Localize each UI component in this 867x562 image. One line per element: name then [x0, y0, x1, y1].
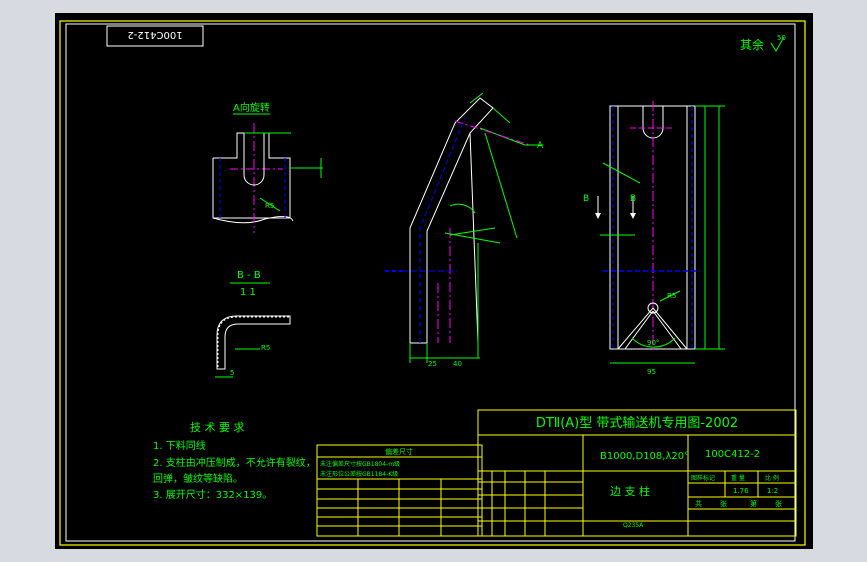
title-block-weight-value: 1.76 — [733, 487, 749, 495]
tolerance-table — [316, 444, 483, 537]
tech-note-3: 回弹，皱纹等缺陷。 — [153, 472, 243, 485]
title-block-weight-header: 重 量 — [731, 474, 745, 482]
part-code-text: 100C412-2 — [127, 29, 182, 40]
bent-view-geometry — [385, 92, 543, 363]
tech-note-1: 1. 下料同线 — [153, 439, 206, 452]
title-block-scale-value: 1:2 — [767, 487, 778, 495]
tech-title: 技 术 要 求 — [190, 421, 245, 434]
tolerance-title: 偏差尺寸 — [385, 447, 413, 456]
title-block-sheet-b: 张 — [720, 499, 727, 508]
section-scale: 1 1 — [240, 287, 256, 298]
roughness-note: 其余 — [740, 37, 764, 52]
tolerance-line-2: 未注形位公差按GB1184-K级 — [320, 470, 398, 478]
section-title: B - B — [237, 270, 261, 281]
bent-dim-25: 25 — [428, 360, 437, 368]
b-label-left: B — [583, 194, 589, 204]
title-block-material: Q235A — [623, 522, 644, 529]
title-block-spec: B1000,D108,λ20° — [600, 451, 689, 462]
drawing-canvas: 100C412-2 其余 50 A向旋转 R5 B - B 1 1 5 R5 A… — [59, 20, 806, 546]
section-dim-r: R5 — [261, 344, 270, 352]
title-block-scale-header: 图样标记 — [691, 474, 715, 482]
view-a-geometry — [212, 123, 323, 233]
title-block-main-title: DTⅡ(A)型 带式输送机专用图-2002 — [536, 415, 738, 431]
side-dim-95: 95 — [647, 368, 656, 376]
title-block-sheet-c: 第 — [750, 499, 757, 508]
bent-dim-40: 40 — [453, 360, 462, 368]
side-dim-r: R5 — [667, 292, 676, 300]
arrow-a-label: A — [537, 141, 544, 151]
title-block-sheet-a: 共 — [695, 499, 702, 508]
cad-viewport[interactable]: 100C412-2 其余 50 A向旋转 R5 B - B 1 1 5 R5 A… — [55, 13, 813, 549]
side-view-geometry — [595, 101, 725, 364]
title-block-sheet-d: 张 — [775, 499, 782, 508]
tech-note-4: 3. 展开尺寸：332×139。 — [153, 488, 272, 501]
section-geometry — [215, 315, 291, 378]
title-block-part-name: 边 支 柱 — [610, 484, 650, 498]
tech-note-2: 2. 支柱由冲压制成，不允许有裂纹， — [153, 456, 316, 469]
view-a-hole-dim: R5 — [265, 202, 274, 210]
title-block-scale-header-2: 比 例 — [765, 474, 779, 482]
side-dim-90: 90° — [647, 339, 659, 347]
b-label-right: B — [630, 194, 636, 204]
view-a-title: A向旋转 — [233, 101, 270, 114]
tolerance-line-1: 未注偏差尺寸按GB1804-m级 — [320, 460, 400, 468]
section-dim-5: 5 — [230, 369, 234, 377]
title-block-drawing-no: 100C412-2 — [705, 449, 760, 460]
